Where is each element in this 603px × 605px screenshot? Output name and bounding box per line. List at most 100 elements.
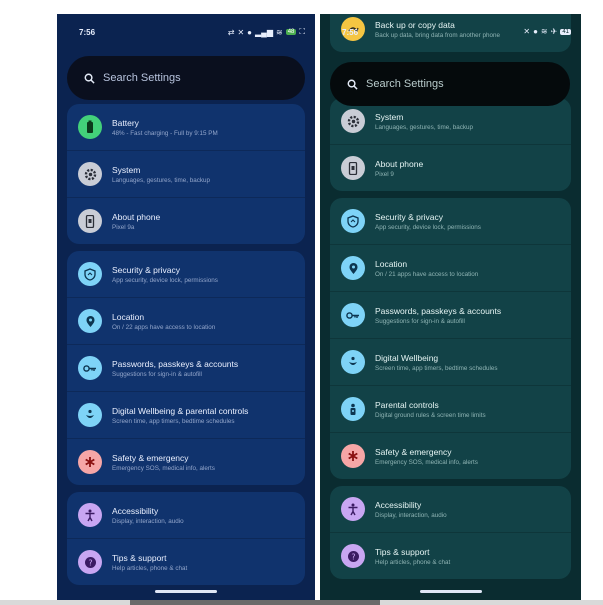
parental-icon bbox=[341, 397, 365, 421]
list-item-location[interactable]: Location On / 22 apps have access to loca… bbox=[67, 297, 305, 344]
key-icon bbox=[78, 356, 102, 380]
list-item-system[interactable]: System Languages, gestures, time, backup bbox=[67, 150, 305, 197]
item-subtitle: Screen time, app timers, bedtime schedul… bbox=[375, 364, 498, 372]
list-item-tips-support[interactable]: ? Tips & support Help articles, phone & ch… bbox=[67, 538, 305, 585]
svg-text:?: ? bbox=[88, 558, 92, 567]
battery-status-icon: 41 bbox=[560, 28, 571, 35]
location-pin-icon bbox=[78, 309, 102, 333]
item-title: Security & privacy bbox=[112, 264, 181, 275]
shield-icon bbox=[341, 209, 365, 233]
item-title: About phone bbox=[112, 211, 161, 222]
item-title: Tips & support bbox=[375, 546, 430, 557]
item-subtitle: Display, interaction, audio bbox=[112, 517, 184, 525]
wellbeing-icon bbox=[78, 403, 102, 427]
item-title: System bbox=[112, 164, 141, 175]
svg-text:?: ? bbox=[351, 552, 355, 561]
status-bar: 7:56 ⇄ ✕ ● ▂▄▆ ≋ 48 ⛶ bbox=[57, 14, 315, 50]
item-subtitle: Help articles, phone & chat bbox=[112, 564, 188, 572]
search-icon bbox=[81, 70, 97, 86]
item-title: Tips & support bbox=[112, 552, 167, 563]
search-bar[interactable]: Search Settings bbox=[330, 62, 570, 106]
asterisk-icon bbox=[78, 450, 102, 474]
key-icon bbox=[341, 303, 365, 327]
list-item-security-privacy[interactable]: Security & privacy App security, device l… bbox=[67, 251, 305, 297]
item-title: Security & privacy bbox=[375, 211, 444, 222]
settings-group: System Languages, gestures, time, backup A… bbox=[330, 98, 571, 191]
settings-group: Battery 48% - Fast charging - Full by 9:1… bbox=[67, 104, 305, 244]
status-bar: 7:56 ✕ ● ≋ ✈ 41 bbox=[320, 14, 581, 50]
gesture-navigation-bar[interactable] bbox=[419, 590, 482, 593]
item-title: Accessibility bbox=[112, 505, 159, 516]
location-pin-icon bbox=[341, 256, 365, 280]
mute-icon: ✕ bbox=[237, 27, 245, 37]
status-time: 7:56 bbox=[79, 28, 96, 37]
window-edge-strip bbox=[0, 600, 603, 605]
item-title: Digital Wellbeing bbox=[375, 352, 439, 363]
search-placeholder: Search Settings bbox=[366, 78, 444, 90]
item-subtitle: 48% - Fast charging - Full by 9:15 PM bbox=[112, 129, 218, 137]
mute-icon: ✕ bbox=[523, 27, 531, 36]
battery-status-icon: 48 bbox=[285, 29, 297, 35]
status-time: 7:56 bbox=[342, 28, 359, 37]
list-item-parental-controls[interactable]: Parental controls Digital ground rules & … bbox=[330, 385, 571, 432]
wifi-icon: ≋ bbox=[540, 27, 548, 36]
item-subtitle: On / 21 apps have access to location bbox=[375, 270, 479, 278]
list-item-location[interactable]: Location On / 21 apps have access to loca… bbox=[330, 244, 571, 291]
list-item-digital-wellbeing-parental-controls[interactable]: Digital Wellbeing & parental controls Scr… bbox=[67, 391, 305, 438]
item-title: Location bbox=[375, 258, 408, 269]
signal-icon: ▂▄▆ bbox=[255, 27, 273, 37]
list-item-accessibility[interactable]: Accessibility Display, interaction, audio bbox=[67, 492, 305, 538]
dot-icon: ● bbox=[533, 27, 538, 36]
item-subtitle: App security, device lock, permissions bbox=[375, 223, 481, 231]
battery-icon bbox=[78, 115, 102, 139]
list-item-safety-emergency[interactable]: Safety & emergency Emergency SOS, medical… bbox=[67, 438, 305, 485]
list-item-passwords-passkeys-accounts[interactable]: Passwords, passkeys & accounts Suggestion… bbox=[67, 344, 305, 391]
search-icon bbox=[344, 76, 360, 92]
settings-group: Security & privacy App security, device l… bbox=[67, 251, 305, 485]
settings-list: System Languages, gestures, time, backup A… bbox=[330, 98, 571, 586]
item-subtitle: Digital ground rules & screen time limit… bbox=[375, 411, 486, 419]
list-item-security-privacy[interactable]: Security & privacy App security, device l… bbox=[330, 198, 571, 244]
item-title: Accessibility bbox=[375, 499, 422, 510]
item-title: Passwords, passkeys & accounts bbox=[112, 358, 239, 369]
accessibility-icon bbox=[78, 503, 102, 527]
link-icon: ⇄ bbox=[227, 27, 235, 37]
list-item-battery[interactable]: Battery 48% - Fast charging - Full by 9:1… bbox=[67, 104, 305, 150]
item-subtitle: Languages, gestures, time, backup bbox=[375, 123, 474, 131]
accessibility-icon bbox=[341, 497, 365, 521]
item-title: Parental controls bbox=[375, 399, 439, 410]
shield-icon bbox=[78, 262, 102, 286]
dot-icon: ● bbox=[247, 27, 253, 37]
phone-icon bbox=[78, 209, 102, 233]
phone-icon bbox=[341, 156, 365, 180]
search-bar[interactable]: Search Settings bbox=[67, 56, 305, 100]
list-item-about-phone[interactable]: About phone Pixel 9a bbox=[67, 197, 305, 244]
left-phone-screen: 7:56 ⇄ ✕ ● ▂▄▆ ≋ 48 ⛶ Search Settings Ba… bbox=[57, 14, 315, 600]
airplane-icon: ✈ bbox=[550, 27, 558, 36]
item-subtitle: Pixel 9 bbox=[375, 170, 394, 178]
list-item-digital-wellbeing[interactable]: Digital Wellbeing Screen time, app timers… bbox=[330, 338, 571, 385]
item-subtitle: Screen time, app timers, bedtime schedul… bbox=[112, 417, 235, 425]
list-item-accessibility[interactable]: Accessibility Display, interaction, audio bbox=[330, 486, 571, 532]
item-subtitle: App security, device lock, permissions bbox=[112, 276, 218, 284]
wellbeing-icon bbox=[341, 350, 365, 374]
list-item-safety-emergency[interactable]: Safety & emergency Emergency SOS, medical… bbox=[330, 432, 571, 479]
right-phone-screen: Back up or copy data Back up data, bring… bbox=[320, 14, 581, 600]
list-item-tips-support[interactable]: ? Tips & support Help articles, phone & ch… bbox=[330, 532, 571, 579]
item-subtitle: Suggestions for sign-in & autofill bbox=[112, 370, 202, 378]
item-subtitle: Display, interaction, audio bbox=[375, 511, 447, 519]
item-title: Safety & emergency bbox=[112, 452, 189, 463]
wifi-icon: ≋ bbox=[276, 27, 283, 37]
item-subtitle: Pixel 9a bbox=[112, 223, 135, 231]
settings-group: Security & privacy App security, device l… bbox=[330, 198, 571, 479]
item-title: Safety & emergency bbox=[375, 446, 452, 457]
gesture-navigation-bar[interactable] bbox=[155, 590, 217, 593]
asterisk-icon bbox=[341, 444, 365, 468]
settings-group: Accessibility Display, interaction, audio… bbox=[330, 486, 571, 579]
list-item-about-phone[interactable]: About phone Pixel 9 bbox=[330, 144, 571, 191]
help-icon: ? bbox=[341, 544, 365, 568]
help-icon: ? bbox=[78, 550, 102, 574]
list-item-passwords-passkeys-accounts[interactable]: Passwords, passkeys & accounts Suggestion… bbox=[330, 291, 571, 338]
item-subtitle: Suggestions for sign-in & autofill bbox=[375, 317, 465, 325]
gear-icon bbox=[78, 162, 102, 186]
